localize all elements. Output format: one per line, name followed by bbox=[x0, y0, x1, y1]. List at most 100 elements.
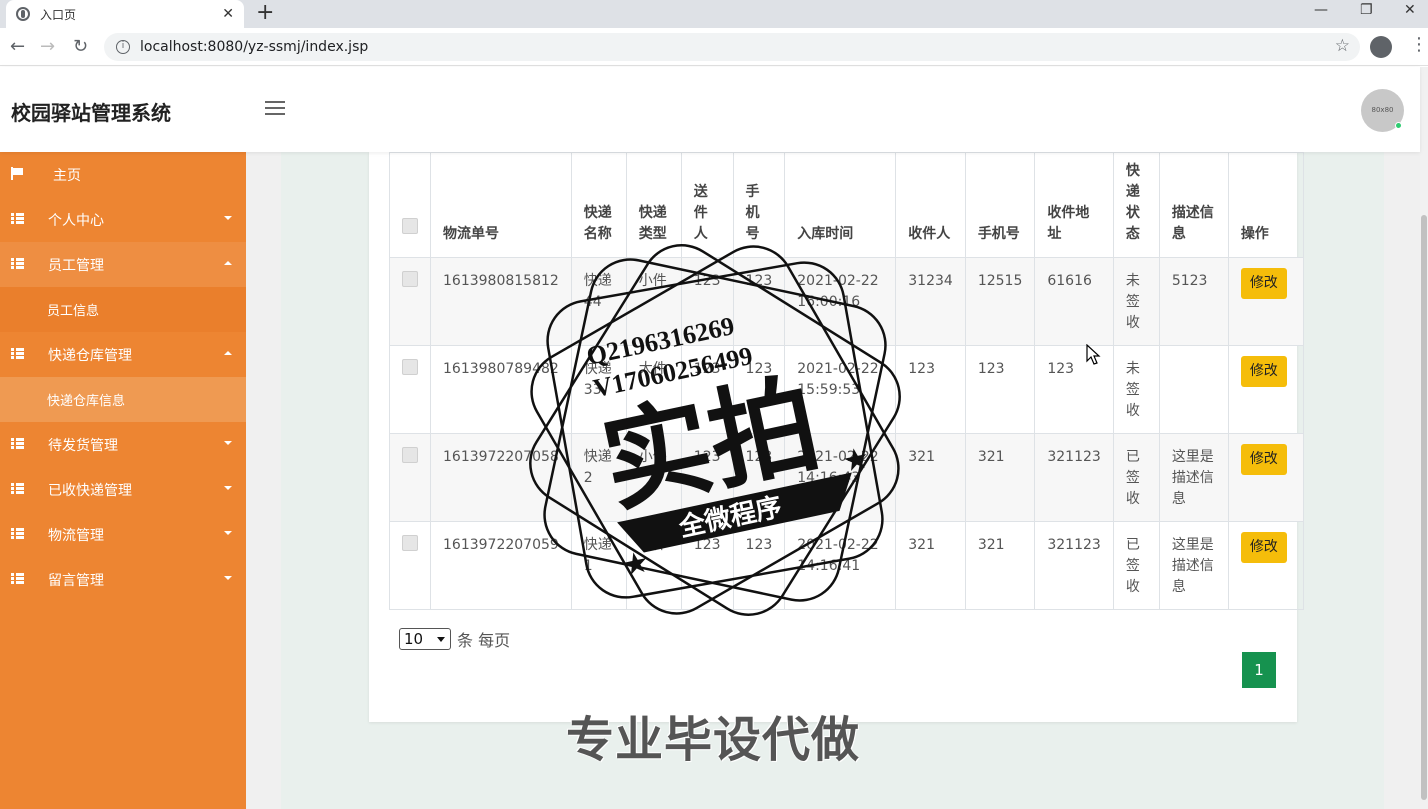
sidebar-subitem-staff-info[interactable]: 员工信息 bbox=[0, 287, 246, 332]
menu-toggle-icon[interactable] bbox=[265, 101, 285, 119]
tab-title: 入口页 bbox=[40, 7, 77, 22]
table-cell: 123 bbox=[895, 345, 966, 434]
table-cell: 小件 bbox=[625, 521, 682, 610]
sidebar-item-label: 个人中心 bbox=[48, 212, 104, 229]
browser-tab[interactable]: 入口页 ✕ bbox=[6, 0, 244, 28]
column-header: 快递类型 bbox=[625, 152, 682, 258]
edit-button[interactable]: 修改 bbox=[1240, 356, 1287, 387]
table-cell bbox=[1158, 345, 1229, 434]
app-brand: 校园驿站管理系统 bbox=[11, 101, 171, 125]
chevron-down-icon bbox=[224, 531, 232, 535]
table-cell: 123 bbox=[732, 345, 786, 434]
table-cell: 1613980789482 bbox=[430, 345, 572, 434]
page-favicon-icon bbox=[16, 7, 30, 21]
table-cell: 123 bbox=[680, 433, 734, 522]
edit-button[interactable]: 修改 bbox=[1240, 444, 1287, 475]
table-cell: 快递33 bbox=[570, 345, 627, 434]
sidebar-item-label: 留言管理 bbox=[48, 572, 104, 589]
avatar[interactable]: 80x80 bbox=[1361, 89, 1404, 132]
chevron-down-icon bbox=[224, 441, 232, 445]
table-row: 1613972207058 快递2 小件 123 123 2021-02-22 … bbox=[389, 433, 1304, 522]
new-tab-button[interactable]: + bbox=[256, 2, 274, 24]
table-cell: 31234 bbox=[895, 257, 966, 346]
table-row: 1613972207059 快递1 小件 123 123 2021-02-22 … bbox=[389, 521, 1304, 610]
table-cell: 2021-02-22 14:16:41 bbox=[784, 521, 897, 610]
sidebar-item-logistics[interactable]: 物流管理 bbox=[0, 512, 246, 557]
table-cell: 123 bbox=[732, 521, 786, 610]
sidebar-item-staff-management[interactable]: 员工管理 bbox=[0, 242, 246, 287]
table-cell: 61616 bbox=[1034, 257, 1114, 346]
row-checkbox[interactable] bbox=[402, 359, 418, 375]
grid-icon bbox=[11, 528, 24, 539]
sidebar-item-label: 快递仓库管理 bbox=[48, 347, 132, 364]
per-page-label: 条 每页 bbox=[457, 631, 511, 650]
chevron-down-icon bbox=[224, 216, 232, 220]
sidebar-item-received-express[interactable]: 已收快递管理 bbox=[0, 467, 246, 512]
table-cell: 这里是描述信息 bbox=[1158, 433, 1229, 522]
table-cell: 这里是描述信息 bbox=[1158, 521, 1229, 610]
table-cell: 快递1 bbox=[570, 521, 627, 610]
action-cell: 修改 bbox=[1227, 257, 1304, 346]
page-size-select[interactable]: 10 bbox=[399, 628, 451, 650]
sidebar-item-messages[interactable]: 留言管理 bbox=[0, 557, 246, 602]
edit-button[interactable]: 修改 bbox=[1240, 268, 1287, 299]
tab-close-icon[interactable]: ✕ bbox=[222, 6, 234, 22]
table-cell: 123 bbox=[964, 345, 1036, 434]
profile-icon[interactable] bbox=[1370, 36, 1392, 58]
table-cell: 321 bbox=[895, 521, 966, 610]
chevron-up-icon bbox=[224, 261, 232, 265]
table-cell: 小件 bbox=[625, 257, 682, 346]
table-cell: 123 bbox=[680, 257, 734, 346]
select-all-checkbox[interactable] bbox=[402, 218, 418, 234]
sidebar-subitem-warehouse-info[interactable]: 快递仓库信息 bbox=[0, 377, 246, 422]
mouse-cursor-icon bbox=[1086, 344, 1101, 365]
column-header: 收件人 bbox=[895, 152, 966, 258]
restore-button[interactable]: ❐ bbox=[1360, 2, 1373, 18]
table-cell: 2021-02-22 16:00:16 bbox=[784, 257, 897, 346]
select-all-cell bbox=[389, 152, 431, 258]
edit-button[interactable]: 修改 bbox=[1240, 532, 1287, 563]
forward-arrow-icon[interactable]: → bbox=[40, 36, 55, 57]
window-close-button[interactable]: ✕ bbox=[1404, 2, 1416, 18]
row-checkbox[interactable] bbox=[402, 535, 418, 551]
table-cell: 快递44 bbox=[570, 257, 627, 346]
sidebar-item-warehouse-management[interactable]: 快递仓库管理 bbox=[0, 332, 246, 377]
sidebar-item-home[interactable]: 主页 bbox=[0, 152, 246, 197]
column-header: 收件地址 bbox=[1034, 152, 1114, 258]
table-cell: 2021-02-22 15:59:53 bbox=[784, 345, 897, 434]
page-button-current[interactable]: 1 bbox=[1242, 652, 1276, 688]
browser-menu-icon[interactable]: ⋮ bbox=[1410, 34, 1428, 55]
table-cell: 已签收 bbox=[1112, 521, 1160, 610]
page-scrollbar[interactable] bbox=[1420, 67, 1428, 809]
sidebar-item-label: 物流管理 bbox=[48, 527, 104, 544]
sidebar-item-label: 已收快递管理 bbox=[48, 482, 132, 499]
address-bar[interactable]: i localhost:8080/yz-ssmj/index.jsp ☆ bbox=[104, 33, 1360, 61]
online-status-dot bbox=[1395, 122, 1402, 129]
chevron-down-icon bbox=[224, 576, 232, 580]
table-cell: 123 bbox=[732, 257, 786, 346]
grid-icon bbox=[11, 438, 24, 449]
sidebar-item-personal-center[interactable]: 个人中心 bbox=[0, 197, 246, 242]
grid-icon bbox=[11, 258, 24, 269]
table-cell: 2021-02-22 14:16:43 bbox=[784, 433, 897, 522]
table-cell: 快递2 bbox=[570, 433, 627, 522]
express-table: 物流单号 快递名称 快递类型 送件人 手机号 入库时间 收件人 手机号 收件地址… bbox=[389, 152, 1304, 610]
row-select-cell bbox=[389, 345, 431, 434]
grid-icon bbox=[11, 213, 24, 224]
grid-icon bbox=[11, 348, 24, 359]
row-checkbox[interactable] bbox=[402, 271, 418, 287]
minimize-button[interactable]: — bbox=[1314, 2, 1328, 18]
row-checkbox[interactable] bbox=[402, 447, 418, 463]
back-arrow-icon[interactable]: ← bbox=[10, 36, 25, 57]
sidebar-item-pending-shipment[interactable]: 待发货管理 bbox=[0, 422, 246, 467]
chevron-up-icon bbox=[224, 351, 232, 355]
table-cell: 123 bbox=[732, 433, 786, 522]
scrollbar-thumb[interactable] bbox=[1421, 215, 1427, 800]
site-info-icon[interactable]: i bbox=[116, 40, 130, 54]
action-cell: 修改 bbox=[1227, 433, 1304, 522]
bookmark-star-icon[interactable]: ☆ bbox=[1335, 36, 1350, 56]
sidebar-item-label: 主页 bbox=[53, 167, 81, 184]
browser-toolbar: ← → ↻ i localhost:8080/yz-ssmj/index.jsp… bbox=[0, 28, 1428, 66]
table-cell: 321123 bbox=[1034, 433, 1114, 522]
reload-icon[interactable]: ↻ bbox=[73, 36, 88, 57]
